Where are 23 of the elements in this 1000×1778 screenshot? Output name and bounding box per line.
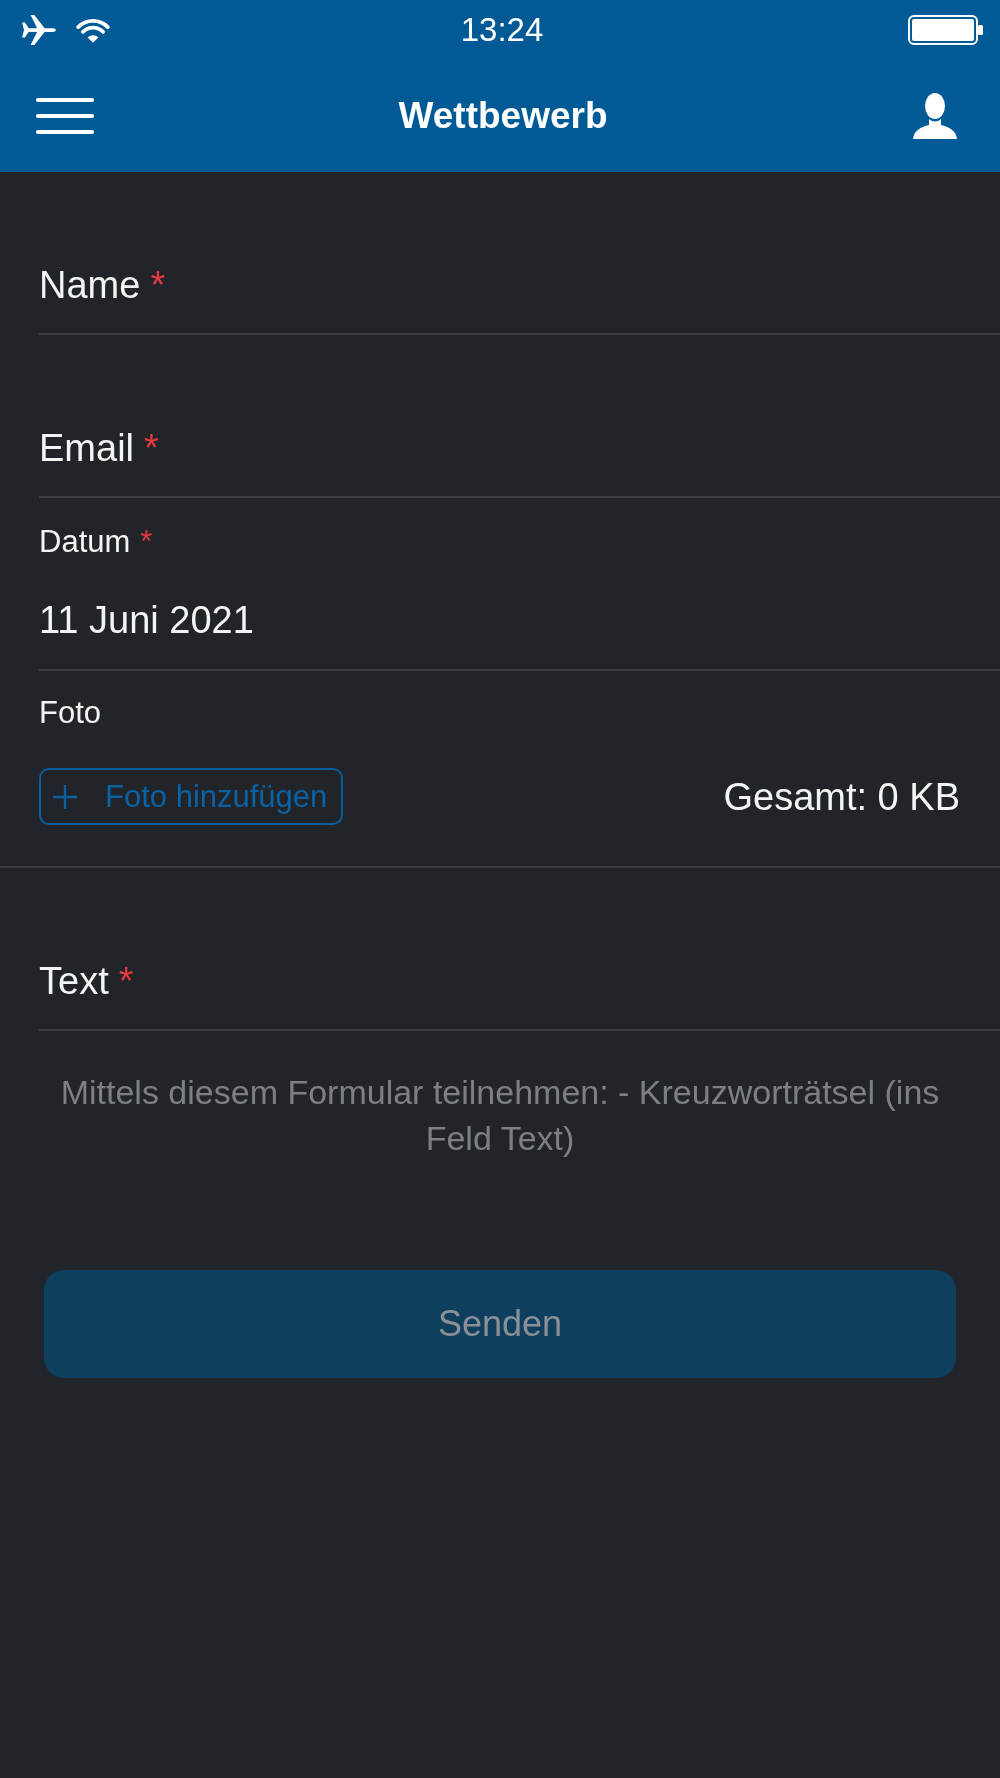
- field-label: Text: [39, 959, 109, 1004]
- field-label: Name: [39, 263, 141, 308]
- input-field[interactable]: Name *: [39, 252, 1000, 335]
- required-mark: *: [150, 263, 166, 308]
- input-field[interactable]: Text *: [39, 948, 1000, 1031]
- total-size-text: Gesamt: 0 KB: [723, 774, 960, 820]
- battery-icon: [908, 15, 984, 45]
- field-label: Email: [39, 426, 135, 471]
- status-time: 13:24: [460, 10, 544, 50]
- page-title: Wettbewerb: [398, 94, 608, 138]
- user-icon[interactable]: [912, 93, 958, 139]
- required-mark: *: [140, 524, 153, 560]
- input-field[interactable]: Email *: [39, 415, 1000, 498]
- required-mark: *: [144, 426, 159, 471]
- airplane-icon: [20, 15, 58, 45]
- plus-icon: [53, 784, 77, 809]
- required-mark: *: [118, 959, 134, 1004]
- hint-text: Mittels diesem Formular teilnehmen: - Kreuzworträtsel (ins Feld Text): [59, 1072, 941, 1159]
- field-label: Foto: [39, 695, 102, 731]
- field-label: Datum: [39, 524, 131, 560]
- menu-icon[interactable]: [36, 98, 94, 134]
- date-value: 11 Juni 2021: [39, 598, 255, 643]
- date-field[interactable]: Datum * 11 Juni 2021: [39, 498, 1000, 671]
